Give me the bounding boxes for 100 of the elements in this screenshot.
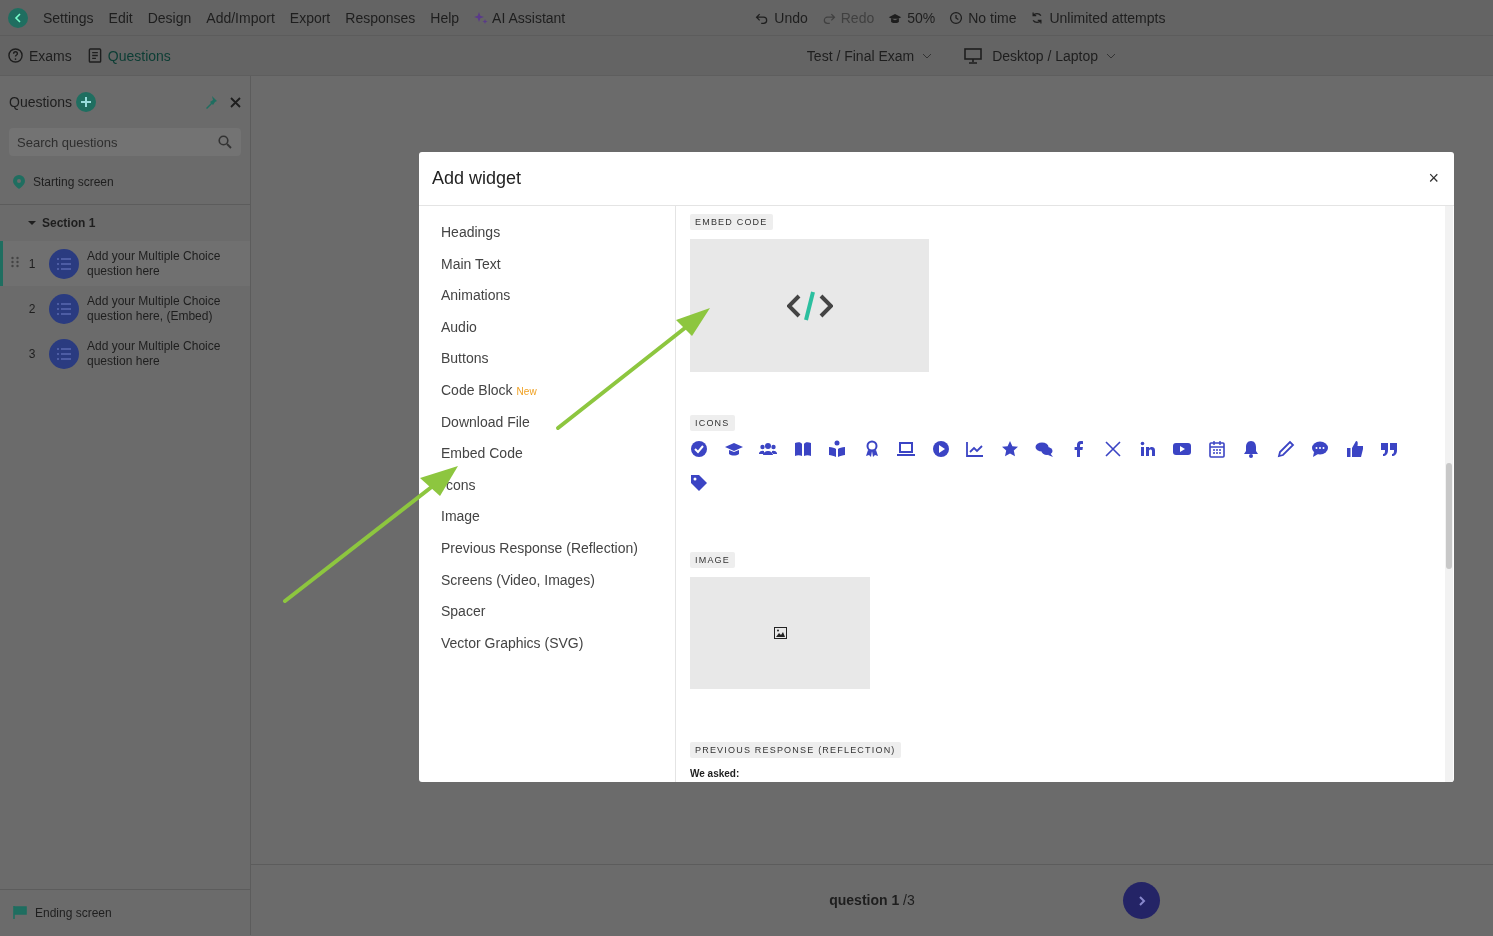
tab[interactable]: Exams (8, 47, 72, 64)
toolbar-item[interactable]: No time (949, 9, 1017, 26)
widget-category[interactable]: cons (419, 475, 675, 508)
list-icon (57, 302, 71, 315)
laptop-icon[interactable] (897, 440, 915, 458)
location-pin-icon (13, 175, 25, 189)
play-icon[interactable] (931, 440, 950, 458)
question-number: 2 (27, 301, 37, 316)
image-icon (773, 627, 787, 639)
widget-category[interactable]: Code Block New (419, 380, 675, 413)
dialog-title: Add widget (432, 168, 523, 189)
back-button[interactable] (8, 7, 28, 28)
graduation-cap-icon[interactable] (724, 440, 743, 458)
chevron-down-icon (1106, 52, 1117, 59)
list-icon (57, 347, 71, 360)
plus-icon (80, 96, 93, 108)
toolbar-item[interactable]: Undo (755, 9, 808, 26)
menu-item[interactable]: AI Assistant (492, 9, 566, 26)
widget-category[interactable]: Previous Response (Reflection) (419, 538, 675, 571)
sidebar-title: Questions (9, 94, 73, 110)
close-button[interactable]: × (1426, 168, 1441, 189)
star-icon[interactable] (1000, 440, 1019, 458)
chevron-left-icon (13, 12, 23, 23)
menu-item[interactable]: Responses (345, 9, 416, 26)
code-icon (786, 289, 833, 322)
tab[interactable]: Questions (87, 47, 171, 64)
drag-handle-icon[interactable] (11, 256, 19, 268)
ending-screen-item[interactable]: Ending screen (35, 905, 112, 920)
refresh-icon (1030, 10, 1045, 25)
widget-category[interactable]: Audio (419, 317, 675, 350)
bell-icon[interactable] (1242, 440, 1260, 458)
question-title: Add your Multiple Choice question here, (Embed) (87, 293, 222, 324)
search-icon (218, 135, 232, 149)
open-book-icon[interactable] (793, 440, 812, 458)
chat-bubbles-icon[interactable] (1035, 440, 1053, 458)
menu-item[interactable]: Design (147, 9, 192, 26)
widget-category[interactable]: Animations (419, 286, 675, 318)
menu-item[interactable]: Edit (108, 9, 133, 26)
question-item[interactable]: 3 Add your Multiple Choice question here (0, 331, 250, 376)
widget-category[interactable]: Download File (419, 412, 675, 445)
scrollbar[interactable] (1445, 206, 1453, 782)
chart-line-icon[interactable] (966, 440, 984, 458)
widget-category[interactable]: Main Text (419, 254, 675, 287)
section-label: EMBED CODE (690, 214, 773, 230)
question-counter: question 1 /3 (829, 892, 915, 908)
widget-category[interactable]: Screens (Video, Images) (419, 570, 675, 603)
calendar-icon[interactable] (1207, 440, 1226, 458)
thumbs-up-icon[interactable] (1345, 440, 1364, 458)
widget-category[interactable]: Spacer (419, 602, 675, 634)
toolbar-item[interactable]: Unlimited attempts (1030, 9, 1166, 26)
question-item[interactable]: 2 Add your Multiple Choice question here, (Embed) (0, 286, 250, 331)
chevron-right-icon (1137, 895, 1146, 906)
tag-icon[interactable] (690, 474, 708, 492)
question-item[interactable]: 1 Add your Multiple Choice question here (0, 241, 250, 286)
linkedin-icon[interactable] (1138, 440, 1157, 458)
scrollbar-thumb[interactable] (1446, 463, 1452, 569)
menu-item[interactable]: Settings (43, 9, 94, 26)
x-logo-icon[interactable] (1104, 440, 1122, 458)
toolbar-item[interactable]: 50% (888, 9, 936, 26)
add-question-button[interactable] (76, 92, 97, 112)
section-label: IMAGE (690, 552, 735, 568)
question-number: 1 (27, 256, 37, 271)
menu-item[interactable]: Add/Import (206, 9, 275, 26)
speech-bubble-icon[interactable] (1311, 440, 1329, 458)
reader-icon[interactable] (828, 440, 846, 458)
youtube-icon[interactable] (1173, 440, 1191, 458)
widget-category[interactable]: Headings (419, 223, 675, 255)
pencil-icon[interactable] (1276, 440, 1295, 458)
reflection-heading: We asked: (690, 768, 741, 779)
clock-icon (949, 10, 964, 25)
section-label: PREVIOUS RESPONSE (REFLECTION) (690, 742, 901, 758)
list-icon (57, 257, 71, 270)
widget-category[interactable]: Buttons (419, 349, 675, 381)
chevron-down-icon (922, 52, 933, 59)
search-field[interactable]: Search questions (9, 128, 241, 156)
device-dropdown[interactable]: Desktop / Laptop (992, 47, 1117, 64)
check-circle-icon[interactable] (690, 440, 708, 458)
menu-item[interactable]: Help (430, 9, 460, 26)
quote-icon[interactable] (1380, 440, 1398, 458)
monitor-icon (964, 47, 983, 64)
users-icon[interactable] (759, 440, 777, 458)
exam-dropdown[interactable]: Test / Final Exam (806, 47, 933, 64)
widget-category[interactable]: Embed Code (419, 444, 675, 476)
widget-category[interactable]: Vector Graphics (SVG) (419, 633, 675, 666)
menu-item[interactable]: Export (289, 9, 331, 26)
caret-icon[interactable] (28, 220, 36, 226)
new-label: New (516, 385, 537, 397)
widget-category[interactable]: Image (419, 507, 675, 539)
document-icon (87, 48, 102, 63)
question-title: Add your Multiple Choice question here (87, 248, 222, 279)
section-label: ICONS (690, 415, 735, 431)
question-number: 3 (27, 346, 37, 361)
help-icon (8, 48, 23, 63)
starting-screen-item[interactable]: Starting screen (33, 175, 114, 189)
question-title: Add your Multiple Choice question here (87, 338, 222, 369)
flag-icon (13, 906, 27, 919)
sparkle-icon (474, 10, 489, 25)
next-button[interactable] (1123, 882, 1160, 919)
section-title[interactable]: Section 1 (42, 216, 96, 230)
close-icon[interactable] (230, 96, 241, 108)
